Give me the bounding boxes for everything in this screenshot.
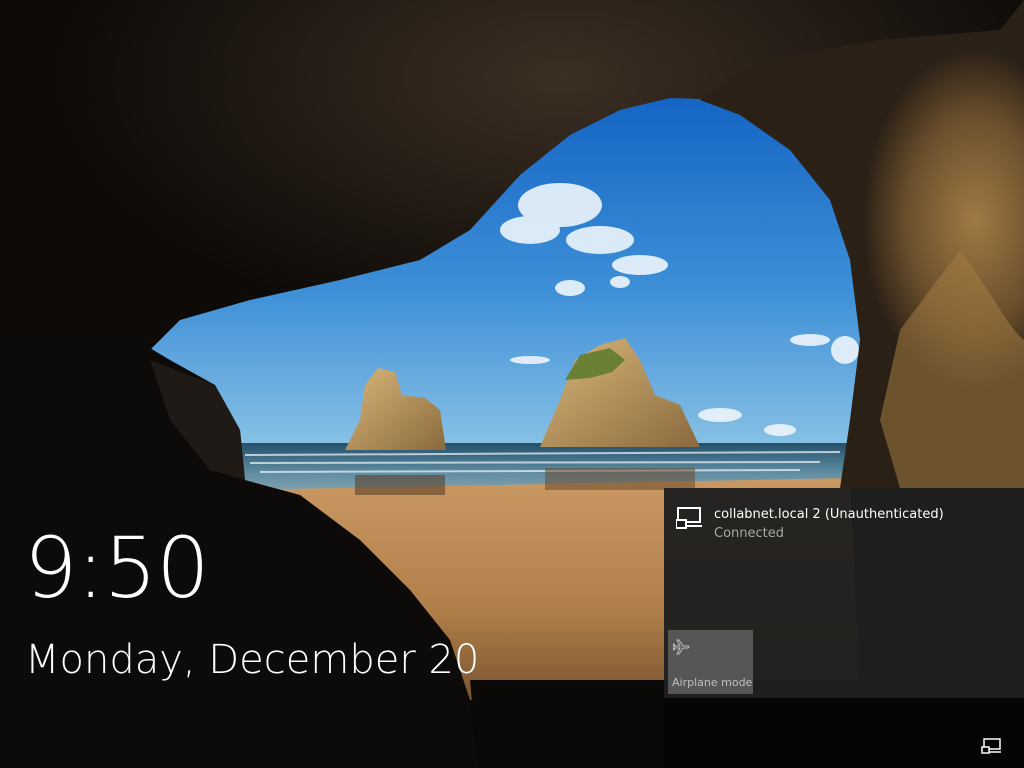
network-list-item[interactable]: collabnet.local 2 (Unauthenticated) Conn… <box>664 488 1024 552</box>
lock-screen[interactable]: 9:50 Monday, December 20 collabnet.local… <box>0 0 1024 768</box>
tray-network-button[interactable] <box>981 737 1003 757</box>
network-flyout: collabnet.local 2 (Unauthenticated) Conn… <box>664 488 1024 698</box>
airplane-mode-button[interactable]: Airplane mode <box>668 630 753 694</box>
airplane-mode-label: Airplane mode <box>672 676 753 689</box>
lockscreen-date: Monday, December 20 <box>25 637 480 683</box>
network-name: collabnet.local 2 (Unauthenticated) <box>714 507 944 522</box>
network-status: Connected <box>714 526 785 541</box>
lockscreen-time: 9:50 <box>24 519 210 617</box>
ethernet-icon <box>981 738 1001 754</box>
ethernet-icon <box>676 507 702 529</box>
airplane-icon <box>673 639 690 655</box>
